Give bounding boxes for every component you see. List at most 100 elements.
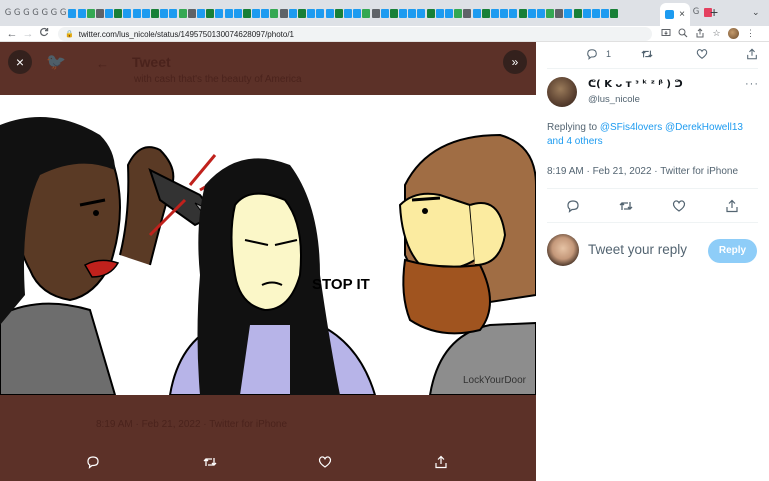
tab-favicon-icon[interactable]	[86, 8, 95, 18]
close-icon[interactable]: ×	[16, 54, 24, 70]
viewer-reply-button[interactable]	[82, 455, 104, 477]
tab-favicon-icon[interactable]	[500, 8, 509, 18]
tweet-timestamp[interactable]: 8:19 AM · Feb 21, 2022 · Twitter for iPh…	[547, 166, 738, 177]
tab-favicon-icon[interactable]: G	[50, 8, 58, 18]
like-button[interactable]	[672, 199, 686, 213]
reply-count-button[interactable]	[586, 47, 600, 61]
url-text[interactable]: twitter.com/lus_nicole/status/1495750130…	[79, 30, 294, 39]
tab-favicon-icon[interactable]	[601, 8, 610, 18]
chrome-menu-icon[interactable]: ⋮	[745, 28, 756, 39]
tab-favicon-icon[interactable]	[371, 8, 380, 18]
address-bar[interactable]: 🔒 twitter.com/lus_nicole/status/14957501…	[58, 27, 652, 41]
tab-favicon-icon[interactable]: G	[59, 8, 67, 18]
tab-favicon-icon[interactable]	[123, 8, 132, 18]
tab-favicon-icon[interactable]	[132, 8, 141, 18]
lock-icon[interactable]: 🔒	[65, 30, 74, 38]
like-button[interactable]	[696, 47, 710, 61]
tab-favicon-icon[interactable]: G	[13, 8, 21, 18]
tab-favicon-icon[interactable]	[389, 8, 398, 18]
tab-favicon-icon[interactable]	[169, 8, 178, 18]
tab-favicon-icon[interactable]	[481, 8, 490, 18]
retweet-button[interactable]	[641, 47, 655, 61]
tab-favicon-icon[interactable]: G	[22, 8, 30, 18]
tab-favicon-icon[interactable]	[151, 8, 159, 18]
tab-favicon-icon[interactable]	[242, 8, 251, 18]
tab-favicon-icon[interactable]	[325, 8, 334, 18]
tab-favicon-icon[interactable]	[224, 8, 233, 18]
reload-button[interactable]	[36, 26, 52, 42]
reply-button[interactable]: Reply	[708, 239, 757, 263]
author-handle[interactable]: @lus_nicole	[588, 94, 640, 105]
more-options-icon[interactable]: ···	[745, 78, 759, 90]
tab-favicon-icon[interactable]	[380, 8, 389, 18]
retweet-button[interactable]	[619, 199, 633, 213]
tab-favicon-icon[interactable]	[536, 8, 545, 18]
tab-favicon-icon[interactable]	[141, 8, 150, 18]
tab-favicon-icon[interactable]	[509, 8, 518, 18]
new-tab-button[interactable]: +	[710, 5, 718, 19]
tab-favicon-icon[interactable]	[426, 8, 435, 18]
tab-favicon-icon[interactable]	[288, 8, 297, 18]
tab-favicon-icon[interactable]	[343, 8, 352, 18]
reply-input[interactable]: Tweet your reply	[588, 242, 687, 257]
tab-favicon-icon[interactable]	[160, 8, 169, 18]
tab-favicon-icon[interactable]	[472, 8, 481, 18]
tab-favicon-icon[interactable]	[353, 8, 362, 18]
tweet-photo[interactable]: STOP IT LockYourDoor	[0, 95, 536, 395]
tab-favicon-icon[interactable]	[592, 8, 600, 18]
tab-favicon-icon[interactable]	[490, 8, 499, 18]
tab-favicon-icon[interactable]	[307, 8, 316, 18]
tab-favicon-icon[interactable]	[178, 8, 187, 18]
tab-favicon-icon[interactable]	[279, 8, 288, 18]
tab-favicon-icon[interactable]	[518, 8, 527, 18]
tab-favicon-icon[interactable]	[77, 8, 86, 18]
tab-favicon-icon[interactable]	[435, 8, 444, 18]
tab-favicon-icon[interactable]	[582, 8, 591, 18]
viewer-share-button[interactable]	[430, 455, 452, 477]
tab-favicon-icon[interactable]	[417, 8, 426, 18]
tab-favicon-icon[interactable]	[334, 8, 343, 18]
viewer-like-button[interactable]	[314, 455, 336, 477]
author-avatar[interactable]	[547, 77, 577, 107]
tab-favicon-icon[interactable]: G	[41, 8, 49, 18]
tab-favicon-icon[interactable]: G	[692, 7, 700, 17]
viewer-retweet-button[interactable]	[199, 455, 221, 477]
tab-favicon-icon[interactable]	[454, 8, 463, 18]
tab-favicon-icon[interactable]	[362, 8, 371, 18]
share-icon[interactable]	[694, 28, 705, 39]
reply-button[interactable]	[566, 199, 580, 213]
expand-panel-button[interactable]: »	[503, 50, 527, 74]
tab-search-icon[interactable]: ⌄	[752, 7, 760, 18]
tab-favicon-icon[interactable]	[463, 8, 472, 18]
tab-favicon-icon[interactable]: G	[32, 8, 40, 18]
tab-favicon-icon[interactable]	[105, 8, 114, 18]
profile-avatar[interactable]	[728, 28, 739, 39]
install-app-icon[interactable]	[660, 28, 671, 39]
tab-favicon-icon[interactable]	[573, 8, 582, 18]
tab-favicon-icon[interactable]	[610, 8, 619, 18]
tab-favicon-icon[interactable]	[527, 8, 536, 18]
forward-button[interactable]: →	[20, 26, 36, 42]
tab-favicon-icon[interactable]	[270, 8, 279, 18]
tab-favicon-icon[interactable]	[298, 8, 306, 18]
close-tab-icon[interactable]: ×	[679, 9, 685, 20]
active-tab[interactable]: ×	[660, 3, 690, 26]
tab-favicon-icon[interactable]	[316, 8, 325, 18]
tab-favicon-icon[interactable]	[408, 8, 417, 18]
tab-favicon-icon[interactable]	[555, 8, 564, 18]
double-chevron-right-icon[interactable]: »	[512, 55, 519, 69]
tab-favicon-icon[interactable]	[252, 8, 261, 18]
tab-favicon-icon[interactable]	[399, 8, 408, 18]
tab-favicon-icon[interactable]	[564, 8, 573, 18]
close-viewer-button[interactable]: ×	[8, 50, 32, 74]
back-button[interactable]: ←	[4, 26, 20, 42]
tab-favicon-icon[interactable]	[187, 8, 196, 18]
tab-favicon-icon[interactable]	[261, 8, 270, 18]
tab-favicon-icon[interactable]	[95, 8, 104, 18]
tab-favicon-icon[interactable]	[233, 8, 242, 18]
share-button[interactable]	[746, 47, 760, 61]
tab-favicon-icon[interactable]	[206, 8, 215, 18]
tab-favicon-icon[interactable]: G	[4, 8, 12, 18]
tab-favicon-icon[interactable]	[445, 8, 453, 18]
tab-favicon-icon[interactable]	[68, 8, 77, 18]
